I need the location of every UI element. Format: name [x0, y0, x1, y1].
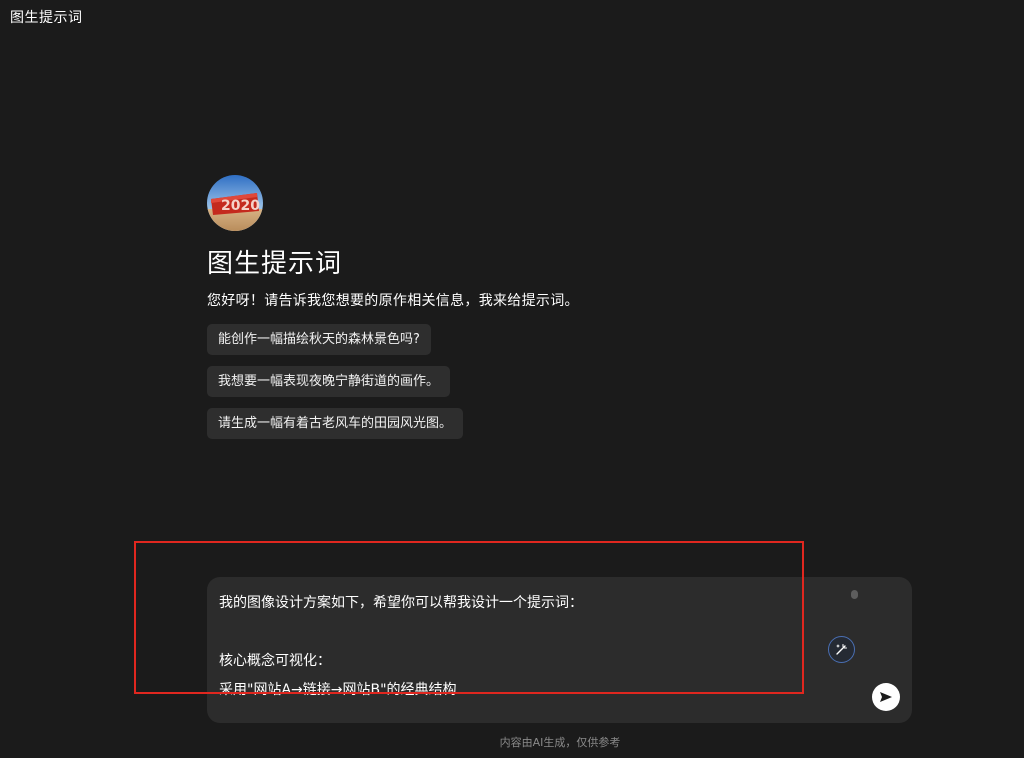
greeting-message: 您好呀！请告诉我您想要的原作相关信息，我来给提示词。 — [207, 293, 579, 309]
app-page: 图生提示词 2020 图生提示词 您好呀！请告诉我您想要的原作相关信息，我来给提… — [0, 0, 1024, 758]
suggestion-list: 能创作一幅描绘秋天的森林景色吗? 我想要一幅表现夜晚宁静街道的画作。 请生成一幅… — [207, 324, 464, 450]
message-input[interactable]: 我的图像设计方案如下，希望你可以帮我设计一个提示词： 核心概念可视化： 采用"网… — [219, 589, 819, 705]
composer-scrollbar[interactable] — [851, 590, 858, 599]
red-2020-sculpture-avatar: 2020 — [207, 175, 263, 231]
bot-avatar: 2020 — [207, 175, 263, 231]
suggestion-chip[interactable]: 我想要一幅表现夜晚宁静街道的画作。 — [207, 366, 451, 397]
message-composer[interactable]: 我的图像设计方案如下，希望你可以帮我设计一个提示词： 核心概念可视化： 采用"网… — [207, 577, 912, 723]
optimize-prompt-button[interactable] — [828, 636, 855, 663]
send-arrow-icon — [880, 692, 892, 702]
magic-wand-icon — [836, 643, 848, 655]
window-title: 图生提示词 — [10, 10, 83, 26]
svg-text:2020: 2020 — [221, 198, 260, 214]
bot-name: 图生提示词 — [207, 249, 343, 279]
ai-disclaimer: 内容由AI生成，仅供参考 — [499, 736, 621, 749]
suggestion-chip[interactable]: 请生成一幅有着古老风车的田园风光图。 — [207, 408, 464, 439]
suggestion-chip[interactable]: 能创作一幅描绘秋天的森林景色吗? — [207, 324, 431, 355]
send-button[interactable] — [872, 683, 900, 711]
